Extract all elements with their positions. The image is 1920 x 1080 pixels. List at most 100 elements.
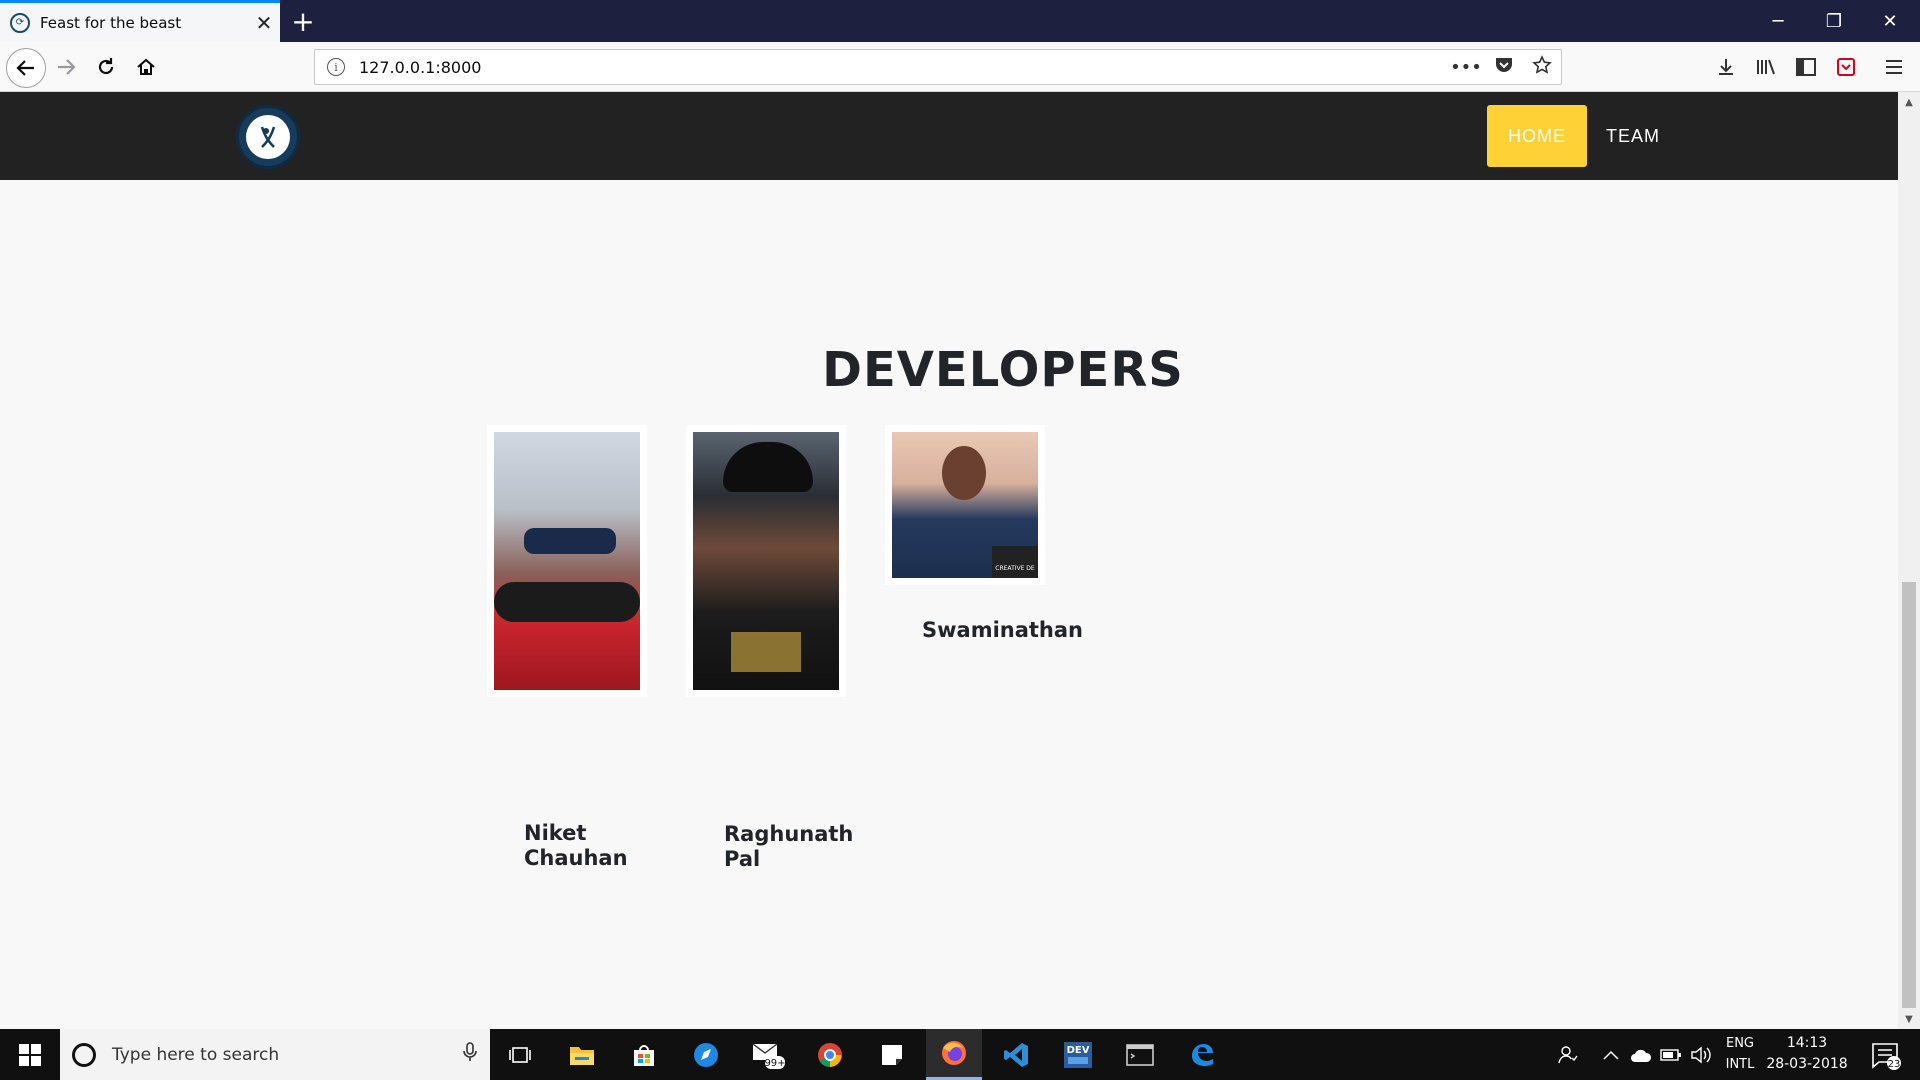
lang-line1: ENG (1725, 1036, 1754, 1051)
hamburger-menu-icon[interactable] (1876, 49, 1912, 85)
notification-count: 23 (1888, 1059, 1901, 1070)
scroll-up-arrow-icon[interactable]: ▲ (1898, 92, 1920, 112)
action-center-icon[interactable]: 23 (1866, 1039, 1906, 1071)
cortana-icon (72, 1042, 96, 1067)
member-name-raghunath: Raghunath Pal (724, 822, 853, 872)
speaker-shape (1691, 1046, 1711, 1063)
edge-icon[interactable] (1174, 1029, 1230, 1080)
windows-logo-icon (19, 1043, 41, 1066)
member-name-swaminathan: Swaminathan (922, 618, 1083, 643)
input-language-indicator[interactable]: ENG INTL (1718, 1033, 1762, 1075)
terminal-icon[interactable] (1112, 1029, 1168, 1080)
firefox-icon[interactable] (926, 1029, 982, 1080)
reload-icon (98, 58, 114, 75)
people-icon[interactable] (1550, 1029, 1586, 1080)
address-bar[interactable]: i 127.0.0.1:8000 ••• (314, 49, 1562, 85)
back-arrow-icon (16, 60, 34, 76)
taskbar-search-input[interactable]: Type here to search (112, 1045, 450, 1065)
member-name-line1: Raghunath (724, 822, 854, 846)
firefox-shape (942, 1041, 966, 1065)
start-button[interactable] (0, 1029, 60, 1080)
pocket-shape (1496, 57, 1512, 72)
download-arrow-shape (1719, 59, 1733, 75)
pocket-box-shape (1837, 58, 1855, 76)
store-icon[interactable] (616, 1029, 672, 1080)
member-photo-swaminathan: CREATIVE DE (885, 425, 1045, 585)
photo-raghunath-image (693, 432, 839, 690)
pocket-icon[interactable] (1485, 55, 1523, 80)
folder-shape (570, 1046, 594, 1065)
section-heading: DEVELOPERS (822, 342, 1184, 398)
page-actions-icon[interactable]: ••• (1447, 57, 1485, 78)
sidebar-icon[interactable] (1788, 49, 1824, 85)
taskbar-search-box[interactable]: Type here to search (60, 1029, 490, 1080)
task-view-icon[interactable] (492, 1029, 548, 1080)
task-view-shape (509, 1046, 531, 1063)
member-name-line1: Niket (524, 821, 587, 845)
battery-icon[interactable] (1656, 1029, 1686, 1080)
note-shape (882, 1044, 902, 1065)
menu-item-home[interactable]: HOME (1487, 105, 1587, 167)
window-restore-button[interactable]: ❐ (1806, 0, 1862, 42)
reload-button[interactable] (88, 49, 124, 85)
chevron-shape (1603, 1050, 1619, 1060)
compass-app-icon[interactable] (678, 1029, 734, 1080)
member-name-niket: Niket Chauhan (524, 821, 628, 871)
browser-titlebar: ⟳ Feast for the beast ✕ + ─ ❐ ✕ (0, 0, 1920, 42)
star-shape (1532, 54, 1552, 74)
tab-close-icon[interactable]: ✕ (248, 11, 280, 35)
vscode-icon[interactable] (988, 1029, 1044, 1080)
dev-badge-shape: DEV (1064, 1041, 1092, 1068)
library-icon[interactable] (1748, 49, 1784, 85)
people-shape (1558, 1045, 1578, 1063)
scroll-down-arrow-icon[interactable]: ▼ (1898, 1009, 1920, 1029)
pocket-toolbar-icon[interactable] (1828, 49, 1864, 85)
shirt-print-shape (731, 632, 801, 672)
menu-item-team[interactable]: TEAM (1595, 105, 1671, 167)
home-icon (137, 58, 155, 75)
clock-date: 28-03-2018 (1766, 1056, 1848, 1072)
notification-shape: 23 (1872, 1043, 1901, 1070)
tray-chevron-up-icon[interactable] (1596, 1029, 1626, 1080)
site-logo[interactable] (236, 105, 300, 169)
windows-taskbar: Type here to search 99+ DEV ENG INTL 14:… (0, 1029, 1920, 1080)
microphone-icon[interactable] (450, 1042, 490, 1067)
back-button[interactable] (6, 48, 46, 88)
mail-icon[interactable]: 99+ (740, 1029, 796, 1080)
menu-lines-shape (1886, 60, 1902, 74)
sunglasses-shape (524, 528, 616, 554)
downloads-icon[interactable] (1708, 49, 1744, 85)
onedrive-icon[interactable] (1626, 1029, 1656, 1080)
sidebar-shape (1796, 58, 1816, 76)
scarf-shape (494, 582, 640, 622)
page-scrollbar[interactable]: ▲ ▼ (1898, 92, 1920, 1029)
member-name-line2: Pal (724, 847, 761, 871)
chrome-icon[interactable] (802, 1029, 858, 1080)
url-input[interactable]: 127.0.0.1:8000 (359, 58, 1447, 77)
member-name-line1: Swaminathan (922, 618, 1084, 642)
dev-badge-label: DEV (1067, 1045, 1090, 1056)
mic-shape (463, 1042, 477, 1061)
clock-time: 14:13 (1786, 1035, 1828, 1051)
site-favicon-icon: ⟳ (10, 12, 30, 33)
browser-tab-active[interactable]: ⟳ Feast for the beast ✕ (0, 0, 280, 42)
taskbar-clock[interactable]: 14:13 28-03-2018 (1762, 1033, 1852, 1075)
new-tab-button[interactable]: + (286, 4, 320, 38)
compass-shape (694, 1042, 718, 1067)
edge-shape (1192, 1043, 1213, 1066)
file-explorer-icon[interactable] (554, 1029, 610, 1080)
forward-button[interactable] (48, 49, 84, 85)
mail-badge-count: 99+ (764, 1058, 785, 1069)
volume-icon[interactable] (1686, 1029, 1716, 1080)
bookmark-star-icon[interactable] (1523, 54, 1561, 80)
site-info-icon[interactable]: i (327, 58, 345, 76)
scroll-thumb[interactable] (1902, 582, 1916, 1008)
terminal-shape (1126, 1043, 1154, 1066)
sticky-notes-icon[interactable] (864, 1029, 920, 1080)
devtools-icon[interactable]: DEV (1050, 1029, 1106, 1080)
site-navbar: HOME TEAM (0, 92, 1898, 180)
library-shape (1757, 59, 1775, 75)
home-button[interactable] (128, 49, 164, 85)
window-minimize-button[interactable]: ─ (1750, 0, 1806, 42)
window-close-button[interactable]: ✕ (1862, 0, 1918, 42)
